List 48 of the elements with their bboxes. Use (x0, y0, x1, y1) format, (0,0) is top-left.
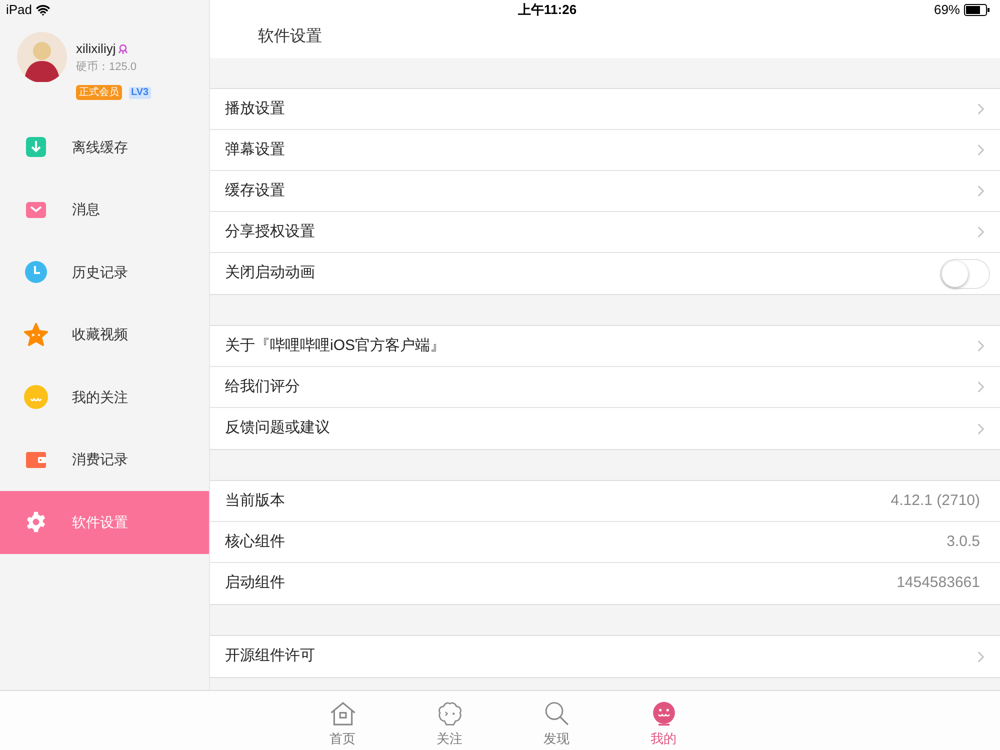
row-label: 给我们评分 (225, 376, 300, 397)
row-value: 3.0.5 (946, 532, 981, 552)
clock-icon (25, 261, 47, 284)
level-badge: LV3 (129, 86, 151, 98)
star-icon (24, 322, 48, 347)
clock-time: 上午11:26 (518, 1, 577, 20)
row-label: 启动组件 (225, 573, 285, 594)
page-title: 软件设置 (258, 27, 322, 47)
row-label: 分享授权设置 (225, 222, 315, 242)
row-value: 1454583661 (896, 573, 981, 594)
sidebar-item[interactable]: 我的关注 (0, 366, 209, 428)
coin-count: 硬币：125.0 (76, 60, 137, 74)
battery-icon (964, 4, 990, 16)
row-label: 关闭启动动画 (225, 263, 315, 284)
download-icon (26, 137, 46, 158)
face-icon (436, 701, 464, 726)
row-label: 核心组件 (225, 532, 285, 552)
tab-bar-item[interactable]: 我的 (638, 691, 690, 750)
sidebar-item[interactable]: 消息 (0, 178, 209, 241)
member-badge: 正式会员 (76, 85, 122, 100)
tab-bar-item[interactable]: 发现 (530, 691, 582, 750)
row-label: 弹幕设置 (225, 140, 285, 160)
sidebar-item[interactable]: 离线缓存 (0, 116, 209, 178)
battery-percent: 69% (934, 1, 960, 20)
wallet-icon (26, 452, 46, 468)
row-label: 播放设置 (225, 98, 285, 119)
sidebar-item[interactable]: 历史记录 (0, 241, 209, 304)
vip-icon (118, 44, 128, 54)
row-value: 4.12.1 (2710) (890, 490, 981, 511)
gear-icon (25, 511, 47, 534)
search-icon (542, 701, 570, 726)
toggle-switch[interactable] (940, 258, 990, 288)
row-label: 反馈问题或建议 (225, 418, 330, 438)
row-label: 缓存设置 (225, 180, 285, 201)
device-name: iPad (6, 1, 32, 20)
row-label: 开源组件许可 (225, 646, 315, 666)
sidebar-item[interactable]: 消费记录 (0, 428, 209, 491)
sidebar-item[interactable]: 收藏视频 (0, 304, 209, 366)
wifi-icon (36, 3, 50, 17)
envelope-icon (26, 202, 46, 218)
avatar (17, 32, 67, 82)
tab-bar-item[interactable]: 首页 (316, 691, 368, 750)
row-label: 关于『哔哩哔哩iOS官方客户端』 (225, 336, 446, 356)
user-name: xilixiliyj (76, 40, 116, 58)
tab-bar-item[interactable]: 关注 (424, 691, 476, 750)
row-label: 当前版本 (225, 490, 285, 511)
smiley-icon (24, 385, 48, 410)
home-icon (328, 701, 356, 726)
